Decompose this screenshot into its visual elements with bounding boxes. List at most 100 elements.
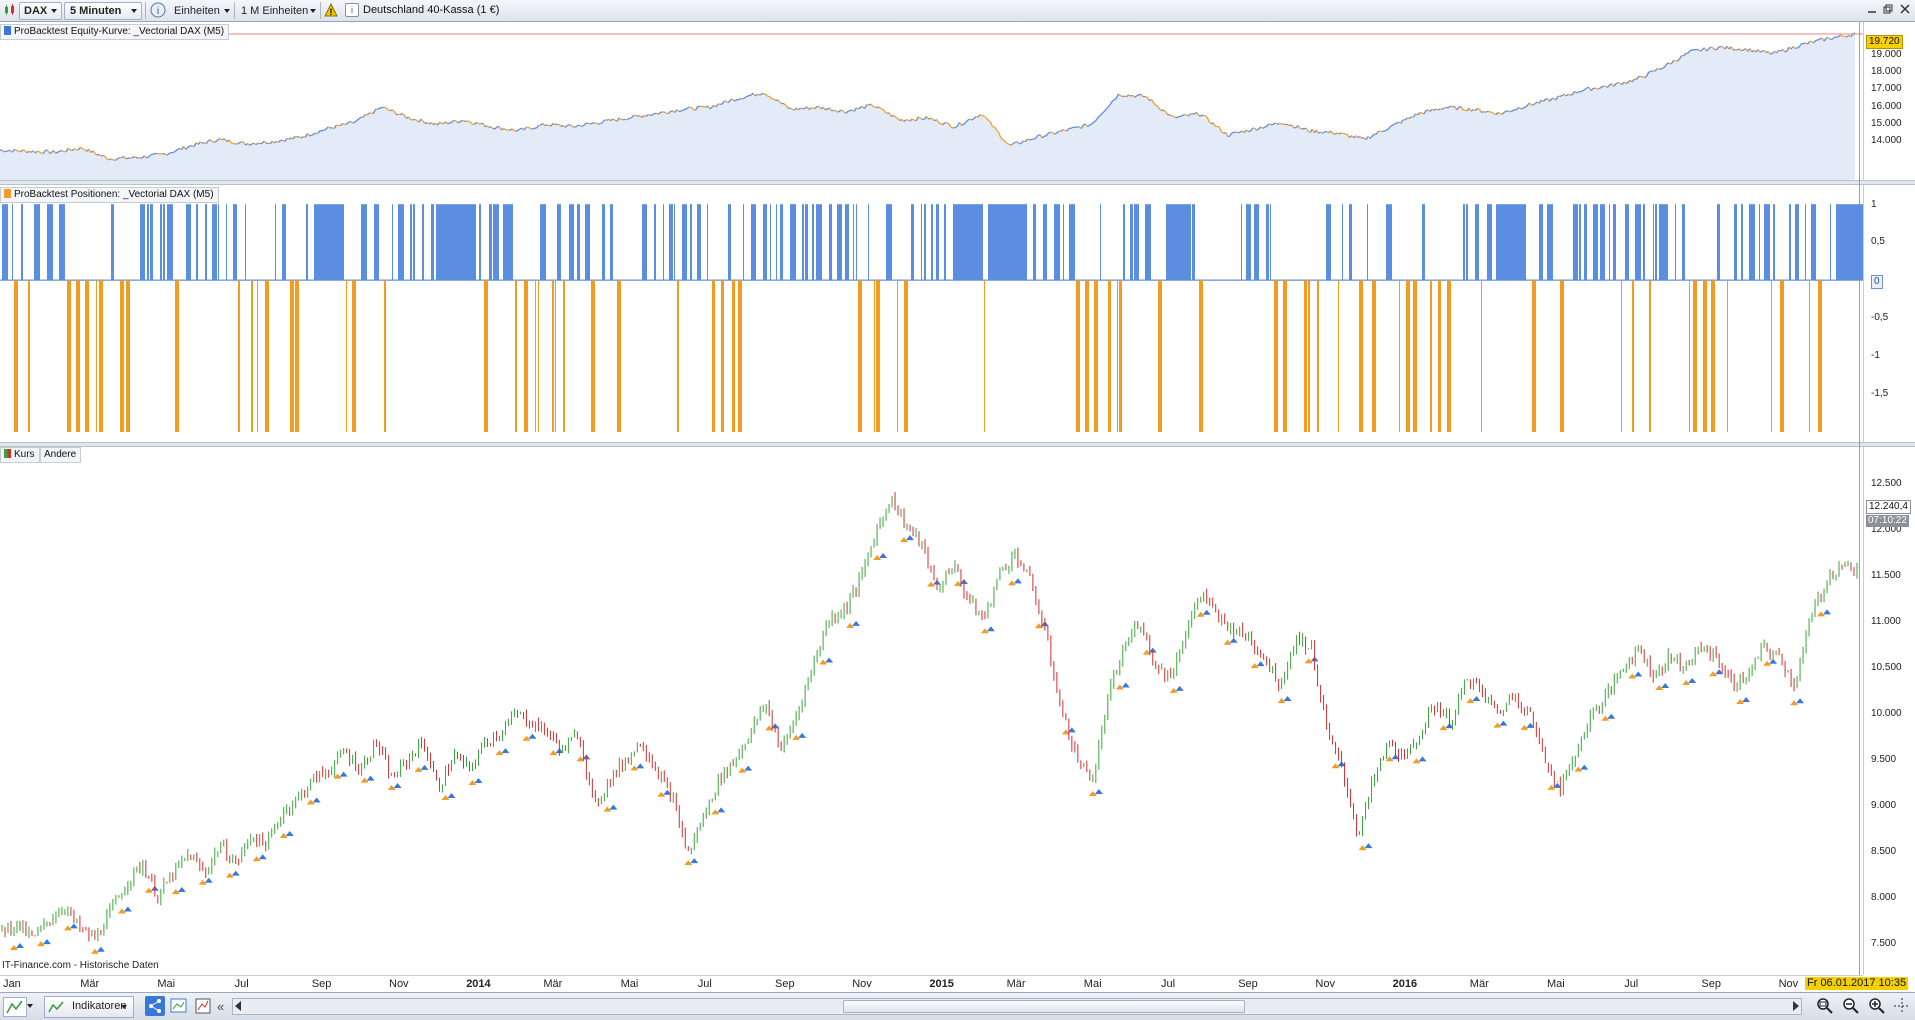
trade-marker[interactable] <box>846 621 860 628</box>
double-chevron-left-icon[interactable]: « <box>217 999 224 1014</box>
restore-icon[interactable] <box>1882 3 1894 15</box>
trade-marker[interactable] <box>280 831 294 838</box>
trade-marker[interactable] <box>495 748 509 755</box>
trade-marker[interactable] <box>91 947 105 954</box>
short-position-bar <box>591 280 595 432</box>
trade-marker[interactable] <box>172 887 186 894</box>
trade-marker[interactable] <box>1493 721 1507 728</box>
long-position-bar <box>1682 204 1685 280</box>
trade-marker[interactable] <box>1520 723 1534 730</box>
scroll-right-icon[interactable] <box>1793 1001 1799 1011</box>
equity-line-segment <box>1488 111 1490 112</box>
tab-andere[interactable]: Andere <box>40 447 81 463</box>
trade-marker[interactable] <box>1224 638 1238 645</box>
units-dropdown[interactable]: Einheiten <box>169 2 233 20</box>
long-position-bar <box>856 204 857 280</box>
trade-marker[interactable] <box>1089 789 1103 796</box>
trade-marker[interactable] <box>307 798 321 805</box>
trade-marker[interactable] <box>1386 754 1400 761</box>
long-position-bar <box>1145 204 1151 280</box>
trade-marker[interactable] <box>1197 610 1211 617</box>
trade-marker[interactable] <box>738 766 752 773</box>
trade-marker[interactable] <box>684 858 698 865</box>
info-icon[interactable]: i <box>345 3 359 17</box>
timeframe-dropdown[interactable]: 5 Minuten <box>64 2 142 20</box>
instrument-dropdown[interactable]: DAX <box>19 2 62 20</box>
chevron-down-icon[interactable] <box>27 1000 37 1012</box>
trade-marker[interactable] <box>981 626 995 633</box>
warning-icon[interactable]: ! <box>324 3 338 17</box>
trade-marker[interactable] <box>1682 678 1696 685</box>
trade-marker[interactable] <box>10 943 24 950</box>
drawing-tools-icon[interactable] <box>3 997 27 1017</box>
trade-marker[interactable] <box>603 805 617 812</box>
trade-marker[interactable] <box>1305 656 1319 663</box>
equity-line-segment <box>1034 138 1036 139</box>
equity-panel-header[interactable]: ProBacktest Equity-Kurve: _Vectorial DAX… <box>0 24 229 40</box>
trade-marker[interactable] <box>361 776 375 783</box>
trade-marker[interactable] <box>819 657 833 664</box>
trade-marker[interactable] <box>1412 756 1426 763</box>
trade-marker[interactable] <box>253 854 267 861</box>
trade-marker[interactable] <box>1709 669 1723 676</box>
trade-marker[interactable] <box>1332 761 1346 768</box>
trade-marker[interactable] <box>199 878 213 885</box>
positions-panel-header[interactable]: ProBacktest Positionen: _Vectorial DAX (… <box>0 187 219 203</box>
tab-kurs[interactable]: Kurs <box>0 447 40 463</box>
trade-marker[interactable] <box>900 535 914 542</box>
trade-marker[interactable] <box>1817 609 1831 616</box>
trade-marker[interactable] <box>1574 765 1588 772</box>
zoom-out-icon[interactable] <box>1842 997 1860 1015</box>
trade-marker[interactable] <box>1359 843 1373 850</box>
trade-marker[interactable] <box>37 939 51 946</box>
trade-marker[interactable] <box>468 778 482 785</box>
trade-marker[interactable] <box>1170 686 1184 693</box>
trade-marker[interactable] <box>415 765 429 772</box>
equity-line-segment <box>875 107 877 108</box>
equity-line-segment <box>200 142 202 143</box>
long-position-bar <box>1063 204 1064 280</box>
share-icon[interactable] <box>145 996 165 1016</box>
zoom-in-icon[interactable] <box>1868 997 1886 1015</box>
trade-marker[interactable] <box>927 580 941 587</box>
trade-marker[interactable] <box>711 807 725 814</box>
trade-marker[interactable] <box>522 734 536 741</box>
trade-marker[interactable] <box>1439 723 1453 730</box>
x-axis[interactable]: JanMärMaiJulSepNov2014MärMaiJulSepNov201… <box>0 975 1863 992</box>
close-icon[interactable] <box>1899 3 1911 15</box>
export-icon[interactable] <box>193 996 213 1016</box>
trade-marker[interactable] <box>226 871 240 878</box>
trade-marker[interactable] <box>334 772 348 779</box>
trade-marker[interactable] <box>549 748 563 755</box>
long-position-bar <box>306 204 308 280</box>
trade-marker[interactable] <box>442 793 456 800</box>
trade-marker[interactable] <box>657 790 671 797</box>
trade-marker[interactable] <box>118 906 132 913</box>
trade-marker[interactable] <box>1628 671 1642 678</box>
amount-dropdown[interactable]: 1 M Einheiten <box>237 2 319 20</box>
trade-marker[interactable] <box>1790 698 1804 705</box>
zoom-fit-icon[interactable] <box>1816 997 1834 1015</box>
trade-marker[interactable] <box>1008 578 1022 585</box>
short-position-bar <box>96 280 97 432</box>
trade-marker[interactable] <box>792 733 806 740</box>
trade-marker[interactable] <box>64 923 78 930</box>
indicators-button[interactable]: Indikatoren <box>44 996 134 1018</box>
trade-marker[interactable] <box>1601 714 1615 721</box>
trade-marker[interactable] <box>1466 696 1480 703</box>
horizontal-scrollbar[interactable] <box>232 998 1802 1015</box>
trade-marker[interactable] <box>1251 661 1265 668</box>
scrollbar-thumb[interactable] <box>843 1000 1245 1013</box>
trade-marker[interactable] <box>1116 682 1130 689</box>
minimize-icon[interactable] <box>1866 3 1878 15</box>
scroll-left-icon[interactable] <box>235 1001 241 1011</box>
trade-marker[interactable] <box>1655 683 1669 690</box>
trade-marker[interactable] <box>1736 697 1750 704</box>
trade-marker[interactable] <box>145 886 159 893</box>
trade-marker[interactable] <box>873 553 887 560</box>
layout-icon[interactable] <box>169 996 189 1016</box>
trade-marker[interactable] <box>388 783 402 790</box>
trade-marker[interactable] <box>630 763 644 770</box>
trade-marker[interactable] <box>1278 696 1292 703</box>
crosshair-icon[interactable] <box>1893 997 1911 1015</box>
